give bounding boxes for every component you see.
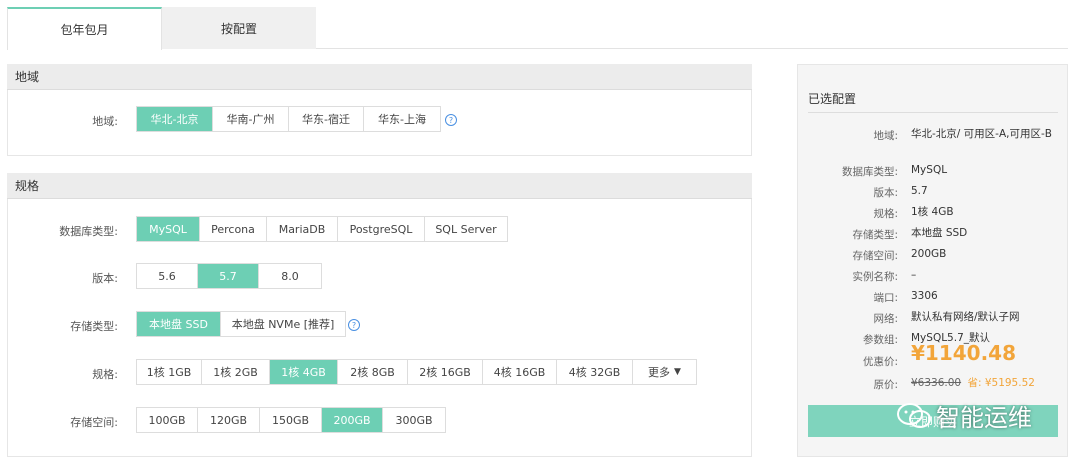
tab-pay-by-config[interactable]: 按配置 [162,7,316,49]
summary-label: 网络: [873,313,898,325]
summary-label: 地域: [873,130,898,142]
spec-option-4c32g[interactable]: 4核 32GB [557,360,633,384]
original-price-row: ¥6336.00 省: ¥5195.52 [911,376,1066,391]
summary-value-storage-space: 200GB [911,248,947,260]
discount-price-label: 优惠价: [862,356,898,368]
watermark-text: 智能运维 [936,404,1032,432]
region-selector: 华北-北京 华南-广州 华东-宿迁 华东-上海 [136,106,441,132]
original-price-label: 原价: [873,379,898,391]
save-amount: 省: ¥5195.52 [967,377,1035,389]
summary-label: 端口: [873,292,898,304]
storage-space-selector: 100GB 120GB 150GB 200GB 300GB [136,407,446,433]
spec-option-4c16g[interactable]: 4核 16GB [483,360,557,384]
summary-value-storage-type: 本地盘 SSD [911,227,968,239]
watermark: 智能运维 [896,398,1032,433]
db-type-label: 数据库类型: [59,225,118,238]
region-option-beijing[interactable]: 华北-北京 [137,107,213,131]
summary-value-port: 3306 [911,290,938,302]
summary-label: 数据库类型: [841,166,898,178]
db-option-postgresql[interactable]: PostgreSQL [338,217,425,241]
summary-value-spec: 1核 4GB [911,206,954,218]
storage-type-selector: 本地盘 SSD 本地盘 NVMe [推荐] [136,311,346,337]
region-option-guangzhou[interactable]: 华南-广州 [213,107,289,131]
db-option-mysql[interactable]: MySQL [137,217,200,241]
db-option-sqlserver[interactable]: SQL Server [425,217,507,241]
chevron-down-icon: ▼ [674,367,681,377]
storage-type-label: 存储类型: [70,320,118,333]
spec-more-label: 更多 [648,366,671,379]
storage-space-label: 存储空间: [70,416,118,429]
spec-more-button[interactable]: 更多 ▼ [633,360,696,384]
spec-option-2c16g[interactable]: 2核 16GB [408,360,483,384]
spec-section-title: 规格 [15,179,40,193]
region-section-body: 地域: 华北-北京 华南-广州 华东-宿迁 华东-上海 ? [7,90,752,156]
spec-label: 规格: [92,368,118,381]
storage-option-100gb[interactable]: 100GB [137,408,198,432]
db-type-selector: MySQL Percona MariaDB PostgreSQL SQL Ser… [136,216,508,242]
region-section-header: 地域 [7,64,752,90]
summary-label: 版本: [873,187,898,199]
storage-option-300gb[interactable]: 300GB [383,408,445,432]
region-section-title: 地域 [15,70,40,84]
region-help-icon[interactable]: ? [445,114,457,126]
region-option-shanghai[interactable]: 华东-上海 [364,107,440,131]
summary-label: 规格: [873,208,898,220]
billing-tabs: 包年包月 按配置 [7,7,1068,50]
summary-value-version: 5.7 [911,185,928,197]
tab-yearly-monthly[interactable]: 包年包月 [7,7,162,50]
version-label: 版本: [92,272,118,285]
version-option-8-0[interactable]: 8.0 [259,264,321,288]
spec-option-1c4g[interactable]: 1核 4GB [270,360,338,384]
storage-option-120gb[interactable]: 120GB [198,408,260,432]
panel-divider [808,112,1058,113]
summary-label: 实例名称: [852,271,898,283]
version-selector: 5.6 5.7 8.0 [136,263,322,289]
spec-option-1c2g[interactable]: 1核 2GB [202,360,270,384]
summary-value-region: 华北-北京/ 可用区-A,可用区-B [911,128,1052,140]
spec-option-1c1g[interactable]: 1核 1GB [137,360,202,384]
db-option-mariadb[interactable]: MariaDB [267,217,338,241]
spec-section-body: 数据库类型: MySQL Percona MariaDB PostgreSQL … [7,199,752,457]
summary-value-network: 默认私有网络/默认子网 [911,311,1020,323]
panel-title: 已选配置 [808,92,857,106]
summary-label: 存储空间: [852,250,898,262]
spec-option-2c8g[interactable]: 2核 8GB [338,360,408,384]
version-option-5-6[interactable]: 5.6 [137,264,198,288]
discount-price: ¥1140.48 [911,341,1017,365]
spec-section-header: 规格 [7,173,752,199]
storage-help-icon[interactable]: ? [348,319,360,331]
storage-option-nvme[interactable]: 本地盘 NVMe [推荐] [221,312,345,336]
summary-label: 参数组: [862,334,898,346]
wechat-icon [897,402,931,428]
original-price: ¥6336.00 [911,377,962,389]
summary-value-instance-name: – [911,269,917,281]
region-option-suqian[interactable]: 华东-宿迁 [289,107,364,131]
region-label: 地域: [92,115,118,128]
storage-option-ssd[interactable]: 本地盘 SSD [137,312,221,336]
storage-option-150gb[interactable]: 150GB [260,408,322,432]
summary-value-db-type: MySQL [911,164,948,176]
summary-label: 存储类型: [852,229,898,241]
spec-selector: 1核 1GB 1核 2GB 1核 4GB 2核 8GB 2核 16GB 4核 1… [136,359,697,385]
version-option-5-7[interactable]: 5.7 [198,264,259,288]
db-option-percona[interactable]: Percona [200,217,267,241]
storage-option-200gb[interactable]: 200GB [322,408,383,432]
